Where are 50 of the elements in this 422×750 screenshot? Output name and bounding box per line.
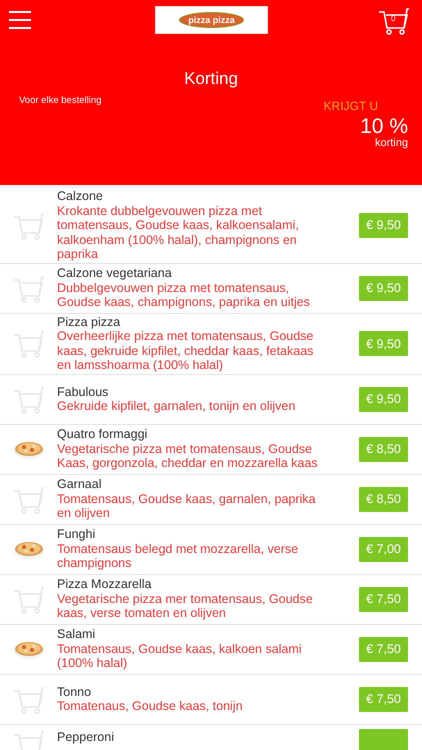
product-description: Tomatensaus, Goudse kaas, kalkoen salami (100% halal) [57, 642, 303, 671]
product-description: Tomatensaus belegd met mozzarella, verse champignons [57, 542, 300, 571]
product-name: Garnaal [57, 477, 102, 492]
product-name: Tonno [57, 684, 92, 699]
cart-icon[interactable] [13, 329, 45, 358]
price-button[interactable] [359, 728, 408, 750]
product-description: Overheerlijke pizza met tomatensaus, Goudse kaas, gekruide kipfilet, cheddar kaas, fetakaas en lamsshoarma (100% halal) [57, 329, 314, 372]
product-description: Vegetarische pizza mer tomatensaus, Goudse kaas, verse tomaten en olijven [57, 592, 314, 621]
menu-icon[interactable] [9, 9, 31, 31]
price-button[interactable]: € 9,50 [359, 386, 408, 412]
product-name: Calzone vegetariana [57, 266, 173, 281]
product-description: Tomatensaus, Goudse kaas, garnalen, paprika en olijven [57, 492, 316, 521]
logo-text: pizza pizza [179, 12, 244, 28]
price-button[interactable]: € 7,50 [359, 636, 408, 662]
product-name: Salami [57, 627, 96, 642]
product-description: Vegetarische pizza met tomatensaus, Goudse Kaas, gorgonzola, cheddar en mozzarella kaas [57, 442, 319, 471]
price-button[interactable]: € 7,50 [359, 586, 408, 612]
product-description: Dubbelgevouwen pizza met tomatensaus, Goudse kaas, champignons, paprika en uitjes [57, 280, 311, 310]
product-description: Krokante dubbelgevouwen pizza met tomatensaus, Goudse kaas, kalkoensalami, kalkoenham (100% halal), champignons en paprika [57, 204, 300, 262]
cart-icon[interactable] [13, 274, 45, 302]
cart-icon[interactable] [13, 584, 45, 614]
cart-icon [378, 6, 410, 34]
price-button[interactable]: € 8,50 [359, 436, 408, 462]
price-button[interactable]: € 7,00 [359, 536, 408, 562]
cart-count: 0 [391, 14, 396, 22]
cart-icon[interactable] [13, 484, 45, 514]
product-name: Pizza pizza [57, 314, 122, 329]
product-name: Fabulous [57, 384, 110, 399]
product-name: Funghi [57, 527, 96, 542]
product-name: Calzone [57, 189, 104, 204]
price-button[interactable]: € 7,50 [359, 686, 408, 712]
price-button[interactable]: € 9,50 [359, 212, 408, 238]
cart-icon[interactable] [13, 684, 45, 714]
discount-label: KRIJGT U [324, 99, 378, 113]
discount-amount: 10 % [360, 116, 408, 138]
discount-title: Korting [183, 69, 239, 89]
discount-condition: Voor elke bestelling [19, 95, 102, 108]
cart-icon[interactable] [13, 384, 45, 414]
product-name: Pizza Mozzarella [57, 577, 152, 592]
product-description: Tomatenaus, Goudse kaas, tonijn [57, 699, 244, 714]
cart-icon[interactable] [13, 210, 45, 240]
price-button[interactable]: € 9,50 [359, 276, 408, 300]
cart-icon[interactable] [13, 728, 45, 750]
price-button[interactable]: € 8,50 [359, 486, 408, 512]
discount-unit: korting [374, 138, 408, 149]
product-name: Quatro formaggi [57, 427, 148, 442]
product-name: Pepperoni [57, 730, 115, 744]
price-button[interactable]: € 9,50 [359, 331, 408, 356]
product-description: Gekruide kipfilet, garnalen, tonijn en olijven [57, 399, 296, 414]
cart-button[interactable]: 0 [378, 6, 410, 34]
